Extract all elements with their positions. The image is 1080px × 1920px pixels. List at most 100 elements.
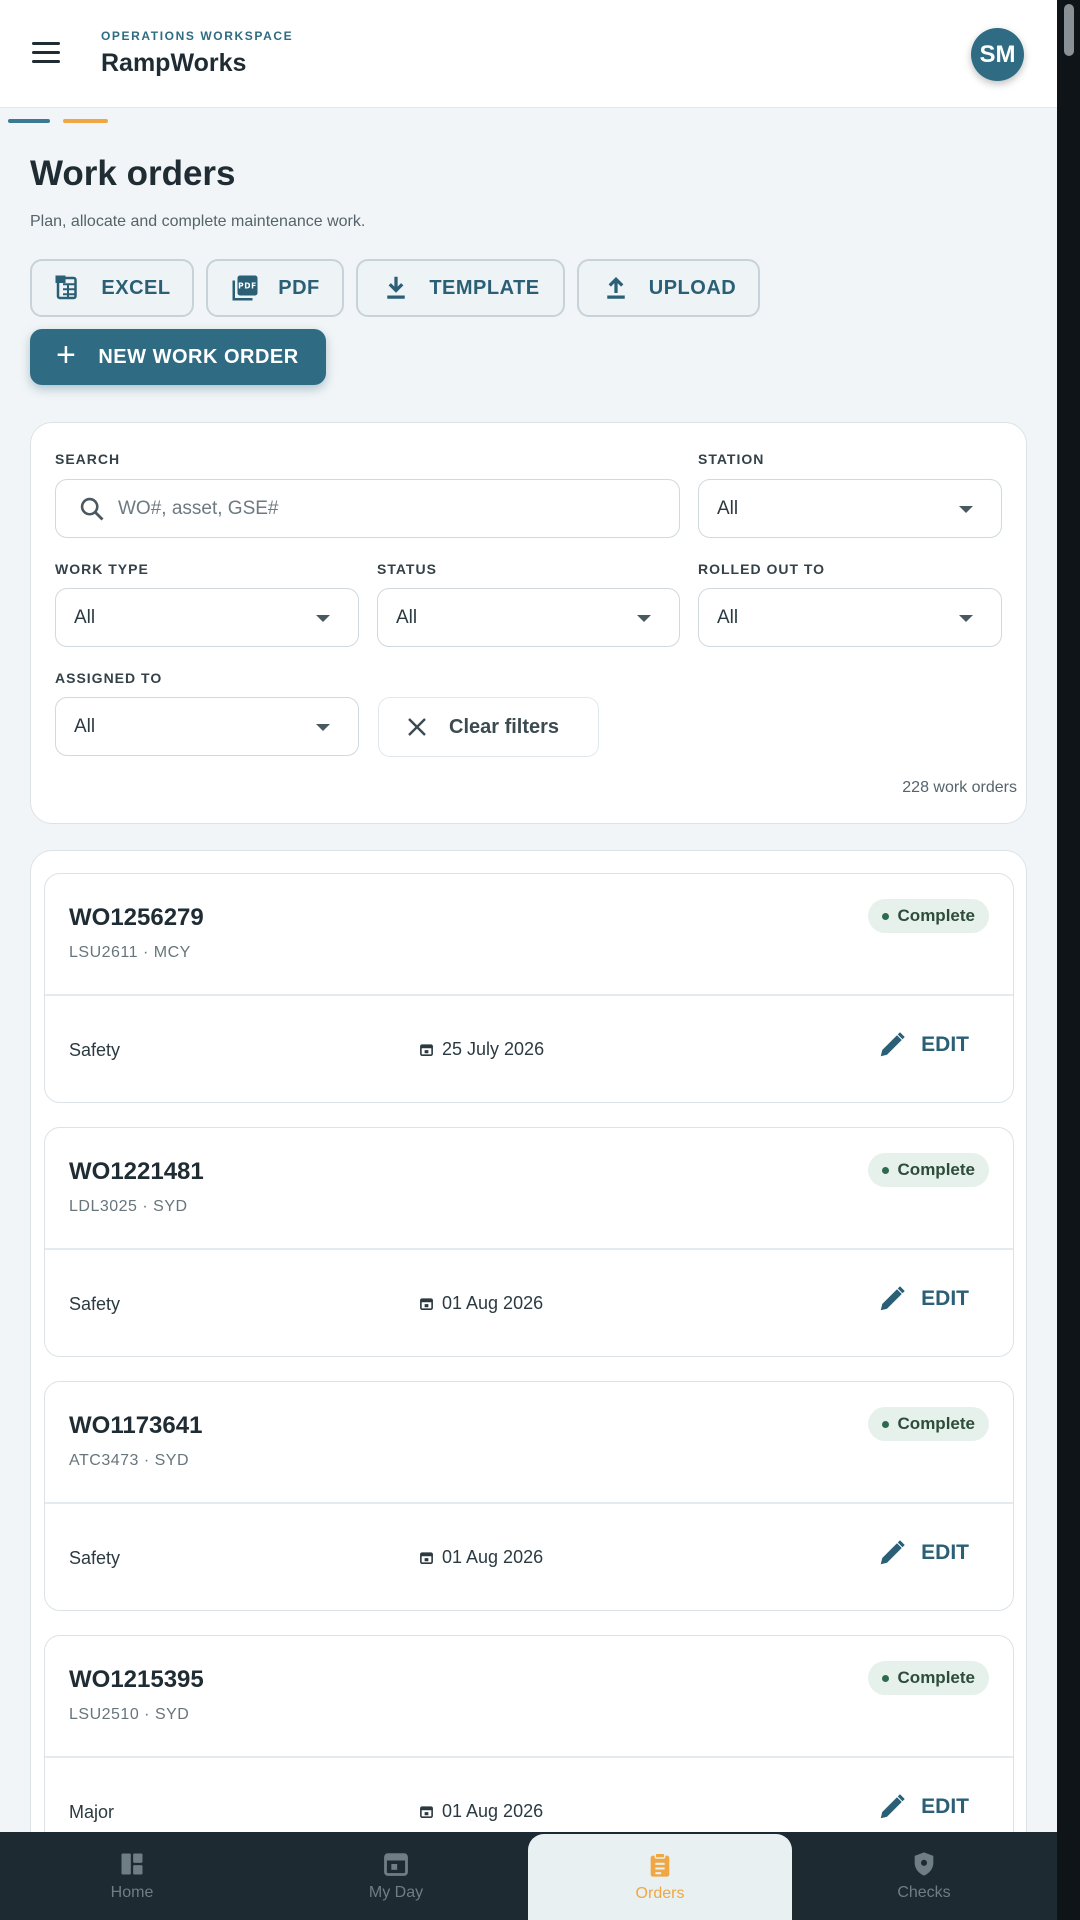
template-label: TEMPLATE	[429, 276, 540, 299]
work-order-card[interactable]: WO1173641 ATC3473 · SYD Complete Safety …	[44, 1381, 1014, 1611]
card-divider	[45, 994, 1013, 996]
assigned-to-value: All	[74, 715, 96, 737]
scrollbar[interactable]	[1057, 0, 1080, 1920]
work-order-date: 01 Aug 2026	[419, 1547, 543, 1568]
top-app-bar: OPERATIONS WORKSPACE RampWorks SM	[0, 0, 1057, 108]
status-select[interactable]: All	[377, 588, 680, 647]
edit-button[interactable]: EDIT	[877, 1284, 969, 1314]
status-badge: Complete	[867, 1153, 989, 1187]
nav-label-checks: Checks	[897, 1884, 951, 1901]
nav-item-orders[interactable]: Orders	[528, 1834, 792, 1920]
edit-button[interactable]: EDIT	[877, 1538, 969, 1568]
work-order-asset: LDL3025 · SYD	[69, 1198, 188, 1215]
work-order-date-text: 25 July 2026	[442, 1039, 545, 1059]
shield-icon	[914, 1852, 934, 1876]
pencil-icon	[880, 1540, 905, 1565]
work-order-id: WO1215395	[69, 1666, 204, 1693]
work-order-asset: ATC3473 · SYD	[69, 1452, 190, 1469]
search-icon	[80, 497, 104, 521]
page-subtitle: Plan, allocate and complete maintenance …	[30, 213, 366, 230]
work-order-asset: LSU2611 · MCY	[69, 944, 191, 961]
pencil-icon	[880, 1794, 905, 1819]
status-badge: Complete	[867, 1661, 989, 1695]
rolled-out-label: ROLLED OUT TO	[698, 561, 826, 577]
work-order-card[interactable]: WO1221481 LDL3025 · SYD Complete Safety …	[44, 1127, 1014, 1357]
search-placeholder: WO#, asset, GSE#	[118, 497, 279, 519]
work-order-id: WO1221481	[69, 1158, 204, 1185]
workspace-label: OPERATIONS WORKSPACE	[101, 29, 294, 43]
export-excel-button[interactable]: EXCEL	[30, 259, 194, 317]
work-order-count: 228 work orders	[902, 779, 1017, 796]
hamburger-menu-icon[interactable]	[32, 42, 62, 66]
work-order-date-text: 01 Aug 2026	[442, 1801, 544, 1821]
dropdown-arrow-icon	[316, 724, 330, 731]
nav-label-orders: Orders	[635, 1885, 685, 1902]
nav-item-my-day[interactable]: My Day	[264, 1832, 528, 1920]
work-order-id: WO1256279	[69, 904, 204, 931]
work-type-value: All	[74, 606, 96, 628]
station-select[interactable]: All	[698, 479, 1002, 538]
work-order-type: Safety	[69, 1548, 121, 1568]
assigned-to-label: ASSIGNED TO	[55, 670, 163, 686]
work-order-id: WO1173641	[69, 1412, 203, 1439]
scrollbar-thumb[interactable]	[1064, 4, 1074, 56]
bottom-navigation: Home My Day Orders Checks	[0, 1832, 1057, 1920]
status-badge: Complete	[867, 899, 989, 933]
dashboard-icon	[121, 1853, 143, 1875]
work-order-date: 01 Aug 2026	[419, 1293, 543, 1314]
export-pdf-button[interactable]: PDF PDF	[206, 259, 344, 317]
work-order-type: Safety	[69, 1294, 121, 1314]
svg-text:PDF: PDF	[238, 282, 257, 291]
pencil-icon	[880, 1286, 905, 1311]
status-badge: Complete	[867, 1407, 989, 1441]
app-name: RampWorks	[101, 49, 247, 77]
nav-item-home[interactable]: Home	[0, 1832, 264, 1920]
rolled-out-select[interactable]: All	[698, 588, 1002, 647]
search-input[interactable]: WO#, asset, GSE#	[55, 479, 680, 538]
edit-label: EDIT	[921, 1033, 969, 1056]
dropdown-arrow-icon	[959, 615, 973, 622]
new-work-order-label: NEW WORK ORDER	[98, 345, 299, 368]
work-order-type: Major	[69, 1802, 115, 1822]
upload-button[interactable]: UPLOAD	[577, 259, 760, 317]
download-icon	[387, 276, 406, 299]
card-divider	[45, 1756, 1013, 1758]
accent-bar-teal	[8, 119, 50, 123]
rolled-out-value: All	[717, 606, 739, 628]
card-divider	[45, 1502, 1013, 1504]
calendar-icon	[420, 1552, 433, 1564]
work-order-date-text: 01 Aug 2026	[442, 1547, 544, 1567]
clear-filters-button[interactable]: Clear filters	[378, 697, 599, 757]
nav-item-checks[interactable]: Checks	[792, 1832, 1056, 1920]
calendar-icon	[384, 1853, 408, 1876]
edit-button[interactable]: EDIT	[877, 1030, 969, 1060]
upload-icon	[607, 276, 625, 299]
edit-label: EDIT	[921, 1795, 969, 1818]
assigned-to-select[interactable]: All	[55, 697, 359, 756]
clear-filters-label: Clear filters	[449, 715, 560, 738]
user-avatar[interactable]: SM	[971, 28, 1024, 81]
nav-label-home: Home	[110, 1884, 154, 1901]
station-label: STATION	[698, 451, 765, 467]
card-divider	[45, 1248, 1013, 1250]
work-order-card[interactable]: WO1256279 LSU2611 · MCY Complete Safety …	[44, 873, 1014, 1103]
dropdown-arrow-icon	[959, 506, 973, 513]
work-type-label: WORK TYPE	[55, 561, 149, 577]
pencil-icon	[880, 1032, 905, 1057]
new-work-order-button[interactable]: + NEW WORK ORDER	[30, 329, 326, 385]
calendar-icon	[420, 1806, 433, 1818]
work-order-card[interactable]: WO1215395 LSU2510 · SYD Complete Major 0…	[44, 1635, 1014, 1865]
download-template-button[interactable]: TEMPLATE	[356, 259, 565, 317]
work-type-select[interactable]: All	[55, 588, 359, 647]
clipboard-icon	[650, 1852, 670, 1877]
accent-bar-amber	[63, 119, 108, 123]
excel-label: EXCEL	[101, 276, 171, 299]
work-order-date: 01 Aug 2026	[419, 1801, 543, 1822]
edit-button[interactable]: EDIT	[877, 1792, 969, 1822]
dropdown-arrow-icon	[316, 615, 330, 622]
edit-label: EDIT	[921, 1287, 969, 1310]
calendar-icon	[420, 1044, 433, 1056]
station-value: All	[717, 497, 739, 519]
work-order-date-text: 01 Aug 2026	[442, 1293, 544, 1313]
status-value: All	[396, 606, 418, 628]
